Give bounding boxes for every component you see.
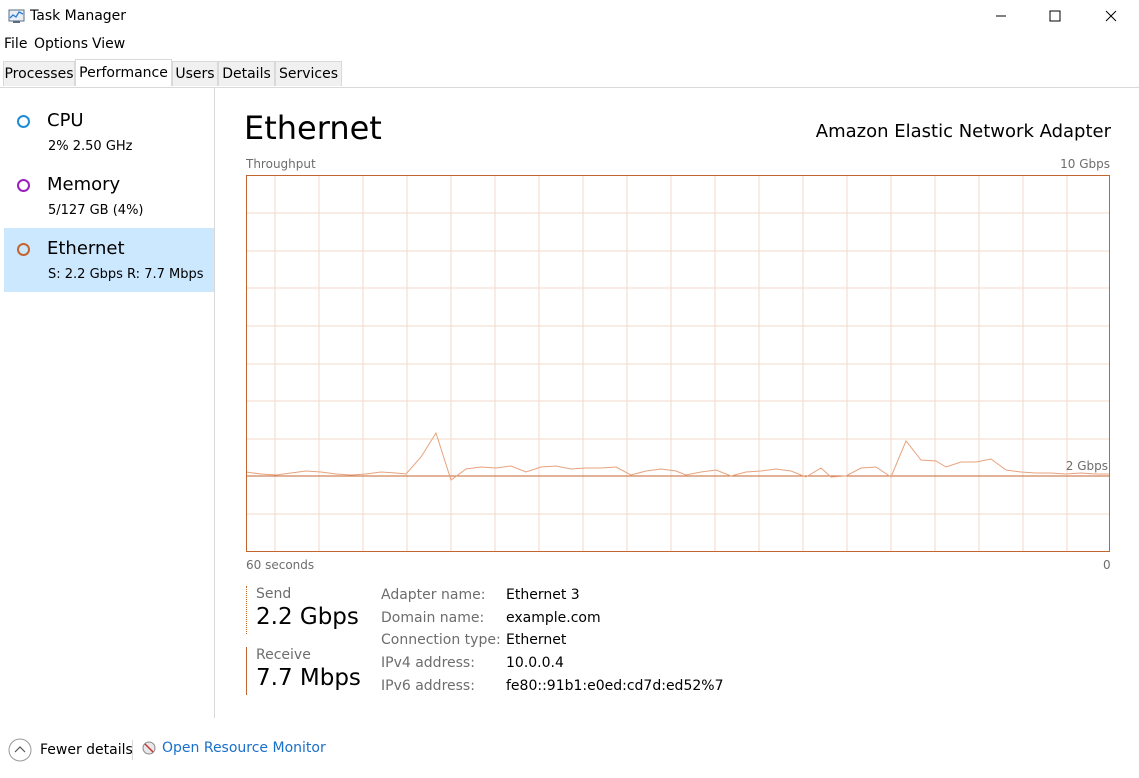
menu-view[interactable]: View [92, 36, 125, 52]
sidebar-item-cpu[interactable]: CPU 2% 2.50 GHz [4, 100, 214, 164]
tab-services[interactable]: Services [275, 61, 342, 86]
page-title: Ethernet [244, 109, 382, 147]
maximize-button[interactable] [1032, 0, 1078, 32]
resource-monitor-icon [142, 741, 156, 755]
adapter-description: Amazon Elastic Network Adapter [815, 121, 1111, 142]
menu-file[interactable]: File [4, 36, 27, 52]
tab-details[interactable]: Details [218, 61, 275, 86]
menu-options[interactable]: Options [34, 36, 88, 52]
close-button[interactable] [1088, 0, 1134, 32]
graph-scale-label: 2 Gbps [1066, 459, 1108, 473]
sidebar-item-subtitle: 5/127 GB (4%) [48, 203, 144, 218]
send-value: 2.2 Gbps [256, 604, 359, 630]
open-resource-monitor-link[interactable]: Open Resource Monitor [142, 740, 326, 756]
property-value: Ethernet 3 [506, 587, 580, 603]
tab-performance[interactable]: Performance [75, 59, 172, 86]
send-label: Send [256, 586, 292, 602]
sidebar-item-subtitle: S: 2.2 Gbps R: 7.7 Mbps [48, 267, 204, 282]
minimize-button[interactable] [978, 0, 1024, 32]
footer-bar: Fewer details Open Resource Monitor [0, 736, 1139, 766]
window-title: Task Manager [30, 8, 127, 24]
receive-value: 7.7 Mbps [256, 665, 361, 691]
tab-processes[interactable]: Processes [3, 61, 75, 86]
sidebar-item-title: Memory [47, 174, 121, 195]
sidebar-item-title: Ethernet [47, 238, 125, 259]
sidebar-item-ethernet[interactable]: Ethernet S: 2.2 Gbps R: 7.7 Mbps [4, 228, 214, 292]
graph-label: Throughput [246, 157, 316, 171]
memory-indicator-icon [17, 179, 30, 192]
graph-time-label: 60 seconds [246, 558, 315, 572]
property-key: IPv6 address: [381, 678, 475, 694]
throughput-graph: 2 Gbps [246, 175, 1110, 552]
graph-zero-label: 0 [1103, 558, 1111, 572]
graph-max-label: 10 Gbps [1060, 157, 1110, 171]
title-bar: Task Manager [0, 0, 1139, 32]
property-key: IPv4 address: [381, 655, 475, 671]
performance-sidebar: CPU 2% 2.50 GHz Memory 5/127 GB (4%) Eth… [0, 88, 215, 718]
tab-strip: Processes Performance Users Details Serv… [0, 59, 1139, 88]
send-throughput-line [246, 431, 1110, 481]
send-stat: Send 2.2 Gbps [246, 586, 359, 634]
close-icon [1105, 10, 1117, 22]
property-value: example.com [506, 610, 601, 626]
maximize-icon [1049, 10, 1061, 22]
task-manager-icon [8, 8, 26, 24]
fewer-details-button[interactable]: Fewer details [8, 738, 133, 762]
cpu-indicator-icon [17, 115, 30, 128]
property-key: Adapter name: [381, 587, 486, 603]
property-key: Domain name: [381, 610, 485, 626]
footer-divider [132, 740, 133, 760]
property-value: fe80::91b1:e0ed:cd7d:ed52%7 [506, 678, 724, 694]
receive-stat: Receive 7.7 Mbps [246, 647, 361, 695]
receive-label: Receive [256, 647, 311, 663]
fewer-details-label: Fewer details [40, 742, 133, 758]
sidebar-item-subtitle: 2% 2.50 GHz [48, 139, 133, 154]
sidebar-item-title: CPU [47, 110, 84, 131]
property-key: Connection type: [381, 632, 501, 648]
tab-users[interactable]: Users [172, 61, 218, 86]
property-value: 10.0.0.4 [506, 655, 564, 671]
graph-grid [246, 175, 1110, 552]
sidebar-item-memory[interactable]: Memory 5/127 GB (4%) [4, 164, 214, 228]
resource-monitor-label: Open Resource Monitor [162, 740, 326, 756]
minimize-icon [996, 15, 1006, 17]
property-value: Ethernet [506, 632, 567, 648]
ethernet-indicator-icon [17, 243, 30, 256]
chevron-up-icon [8, 738, 32, 762]
